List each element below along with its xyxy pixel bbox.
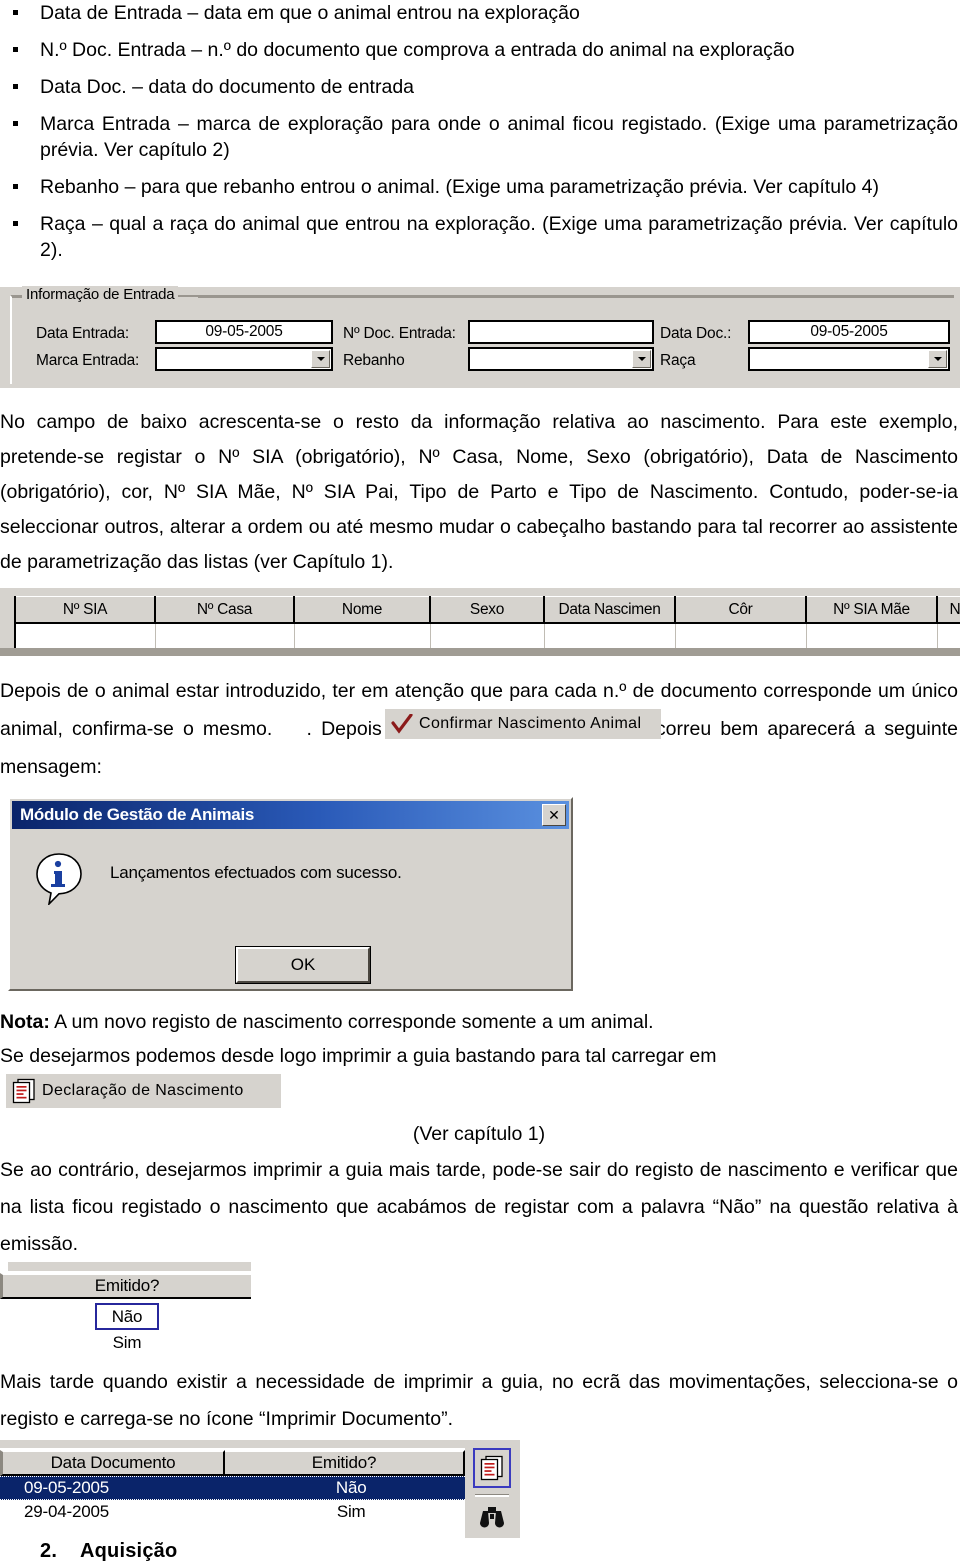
list-item: Raça – qual a raça do animal que entrou … xyxy=(0,211,960,263)
cell-num-sia-mae[interactable] xyxy=(806,623,938,648)
table-row[interactable] xyxy=(16,623,960,648)
list-item: N.º Doc. Entrada – n.º do documento que … xyxy=(0,37,960,63)
dialog-body: Lançamentos efectuados com sucesso. OK xyxy=(12,831,569,987)
column-header-data-nascimento[interactable]: Data Nascimen xyxy=(544,596,676,624)
informacao-de-entrada-panel: Informação de Entrada Data Entrada: 09-0… xyxy=(0,286,960,388)
groupbox-top-line-right xyxy=(198,296,954,298)
groupbox-legend: Informação de Entrada xyxy=(22,286,179,303)
paragraph-nota: Nota: A um novo registo de nascimento co… xyxy=(0,1006,958,1039)
bullet-text: Raça – qual a raça do animal que entrou … xyxy=(40,213,958,261)
movimentacoes-list-widget: Data Documento Emitido? 09-05-2005 Não 2… xyxy=(0,1440,520,1540)
column-header-num-casa[interactable]: Nº Casa xyxy=(155,596,295,624)
list-item: Marca Entrada – marca de exploração para… xyxy=(0,111,960,163)
grid-scroll-area: Nº SIA Nº Casa Nome Sexo Data Nascimen C… xyxy=(16,596,960,648)
nota-text: A um novo registo de nascimento correspo… xyxy=(49,1011,654,1033)
nota-label: Nota: xyxy=(0,1011,50,1033)
table-header-row: Nº SIA Nº Casa Nome Sexo Data Nascimen C… xyxy=(16,596,960,624)
cell-data-documento: 29-04-2005 xyxy=(24,1502,109,1521)
rebanho-select[interactable] xyxy=(468,347,654,371)
bullet-text: N.º Doc. Entrada – n.º do documento que … xyxy=(40,39,795,61)
declaracao-de-nascimento-label: Declaração de Nascimento xyxy=(42,1082,244,1099)
imprimir-documento-icon[interactable] xyxy=(473,1448,511,1488)
data-doc-label: Data Doc.: xyxy=(660,325,732,342)
chevron-down-icon[interactable] xyxy=(928,350,947,368)
data-doc-input[interactable]: 09-05-2005 xyxy=(748,320,950,344)
list-item: Data Doc. – data do documento de entrada xyxy=(0,74,960,100)
data-entrada-label: Data Entrada: xyxy=(36,325,130,342)
cell-num-sia[interactable] xyxy=(16,623,156,648)
list-item: Data de Entrada – data em que o animal e… xyxy=(0,0,960,26)
emitido-column-header[interactable]: Emitido? xyxy=(0,1273,251,1299)
close-icon[interactable]: ✕ xyxy=(542,804,566,826)
paragraph-campo-de-baixo: No campo de baixo acrescenta-se o resto … xyxy=(0,411,958,573)
marca-entrada-label: Marca Entrada: xyxy=(36,352,140,369)
cell-cor[interactable] xyxy=(675,623,807,648)
confirmar-nascimento-animal-label: Confirmar Nascimento Animal xyxy=(419,715,642,732)
document-icon xyxy=(6,1078,42,1104)
grid-row-selector-column[interactable] xyxy=(0,596,16,648)
binoculars-icon[interactable] xyxy=(473,1502,511,1532)
cell-num-sia-pai[interactable] xyxy=(937,623,960,648)
column-header-data-documento[interactable]: Data Documento xyxy=(0,1450,225,1476)
data-entrada-input[interactable]: 09-05-2005 xyxy=(155,320,333,344)
cell-emitido: Sim xyxy=(336,1502,366,1521)
chevron-down-icon[interactable] xyxy=(632,350,651,368)
list-top-strip xyxy=(0,1440,465,1448)
emitido-value-sim[interactable]: Sim xyxy=(95,1332,159,1356)
column-header-sexo[interactable]: Sexo xyxy=(430,596,545,624)
num-doc-entrada-label: Nº Doc. Entrada: xyxy=(343,325,456,342)
bullet-text: Data Doc. – data do documento de entrada xyxy=(40,76,415,98)
marca-entrada-select[interactable] xyxy=(155,347,333,371)
paragraph-imprimir-documento: Mais tarde quando existir a necessidade … xyxy=(0,1371,958,1430)
section-number: 2. xyxy=(40,1540,58,1562)
emitido-top-strip xyxy=(8,1262,251,1271)
check-icon xyxy=(385,714,419,734)
paragraph-imprimir-guia: Se desejarmos podemos desde logo imprimi… xyxy=(0,1045,717,1067)
dialog-title: Módulo de Gestão de Animais xyxy=(20,805,255,824)
declaracao-de-nascimento-button[interactable]: Declaração de Nascimento xyxy=(6,1074,281,1108)
list-item: Rebanho – para que rebanho entrou o anim… xyxy=(0,174,960,200)
paragraph-imprimir-mais-tarde: Se ao contrário, desejarmos imprimir a g… xyxy=(0,1159,958,1255)
rebanho-label: Rebanho xyxy=(343,352,405,369)
list-side-toolbar xyxy=(465,1440,520,1538)
table-row[interactable]: 09-05-2005 Não xyxy=(0,1476,465,1500)
column-header-cor[interactable]: Côr xyxy=(675,596,807,624)
confirmar-nascimento-animal-button[interactable]: Confirmar Nascimento Animal xyxy=(385,709,661,739)
dialog-message: Lançamentos efectuados com sucesso. xyxy=(110,863,402,882)
bullet-text: Data de Entrada – data em que o animal e… xyxy=(40,2,580,24)
page-title: Aquisição xyxy=(80,1540,178,1562)
ver-capitulo-caption: (Ver capítulo 1) xyxy=(412,1123,546,1145)
cell-num-casa[interactable] xyxy=(155,623,295,648)
bullet-text: Marca Entrada – marca de exploração para… xyxy=(40,113,958,161)
ok-button[interactable]: OK xyxy=(235,946,371,984)
cell-data-documento: 09-05-2005 xyxy=(24,1478,109,1497)
toolbar-separator xyxy=(475,1494,509,1497)
document-page: Data de Entrada – data em que o animal e… xyxy=(0,0,960,1568)
chevron-down-icon[interactable] xyxy=(311,350,330,368)
dialog-titlebar[interactable]: Módulo de Gestão de Animais ✕ xyxy=(12,801,569,829)
grid-top-strip xyxy=(0,588,960,596)
emitido-value-nao[interactable]: Não xyxy=(95,1303,159,1330)
num-doc-entrada-input[interactable] xyxy=(468,320,654,344)
column-header-num-sia[interactable]: Nº SIA xyxy=(16,596,156,624)
cell-emitido: Não xyxy=(335,1478,367,1497)
success-message-dialog: Módulo de Gestão de Animais ✕ Lançamento… xyxy=(8,797,573,991)
info-icon xyxy=(36,853,82,907)
column-header-emitido[interactable]: Emitido? xyxy=(225,1450,465,1476)
column-header-nome[interactable]: Nome xyxy=(294,596,431,624)
bullet-text: Rebanho – para que rebanho entrou o anim… xyxy=(40,176,880,198)
cell-nome[interactable] xyxy=(294,623,431,648)
table-row[interactable]: 29-04-2005 Sim xyxy=(0,1500,465,1524)
cell-data-nascimento[interactable] xyxy=(544,623,676,648)
column-header-num-sia-mae[interactable]: Nº SIA Mãe xyxy=(806,596,938,624)
animal-grid-table: Nº SIA Nº Casa Nome Sexo Data Nascimen C… xyxy=(16,596,960,648)
raca-label: Raça xyxy=(660,352,696,369)
raca-select[interactable] xyxy=(748,347,950,371)
entrada-fields-bullet-list: Data de Entrada – data em que o animal e… xyxy=(0,0,960,274)
emitido-column-preview: Emitido? Não Sim xyxy=(0,1262,252,1357)
column-header-num-sia-pai-truncated[interactable]: N xyxy=(937,596,960,624)
cell-sexo[interactable] xyxy=(430,623,545,648)
animal-grid-widget: Nº SIA Nº Casa Nome Sexo Data Nascimen C… xyxy=(0,588,960,656)
